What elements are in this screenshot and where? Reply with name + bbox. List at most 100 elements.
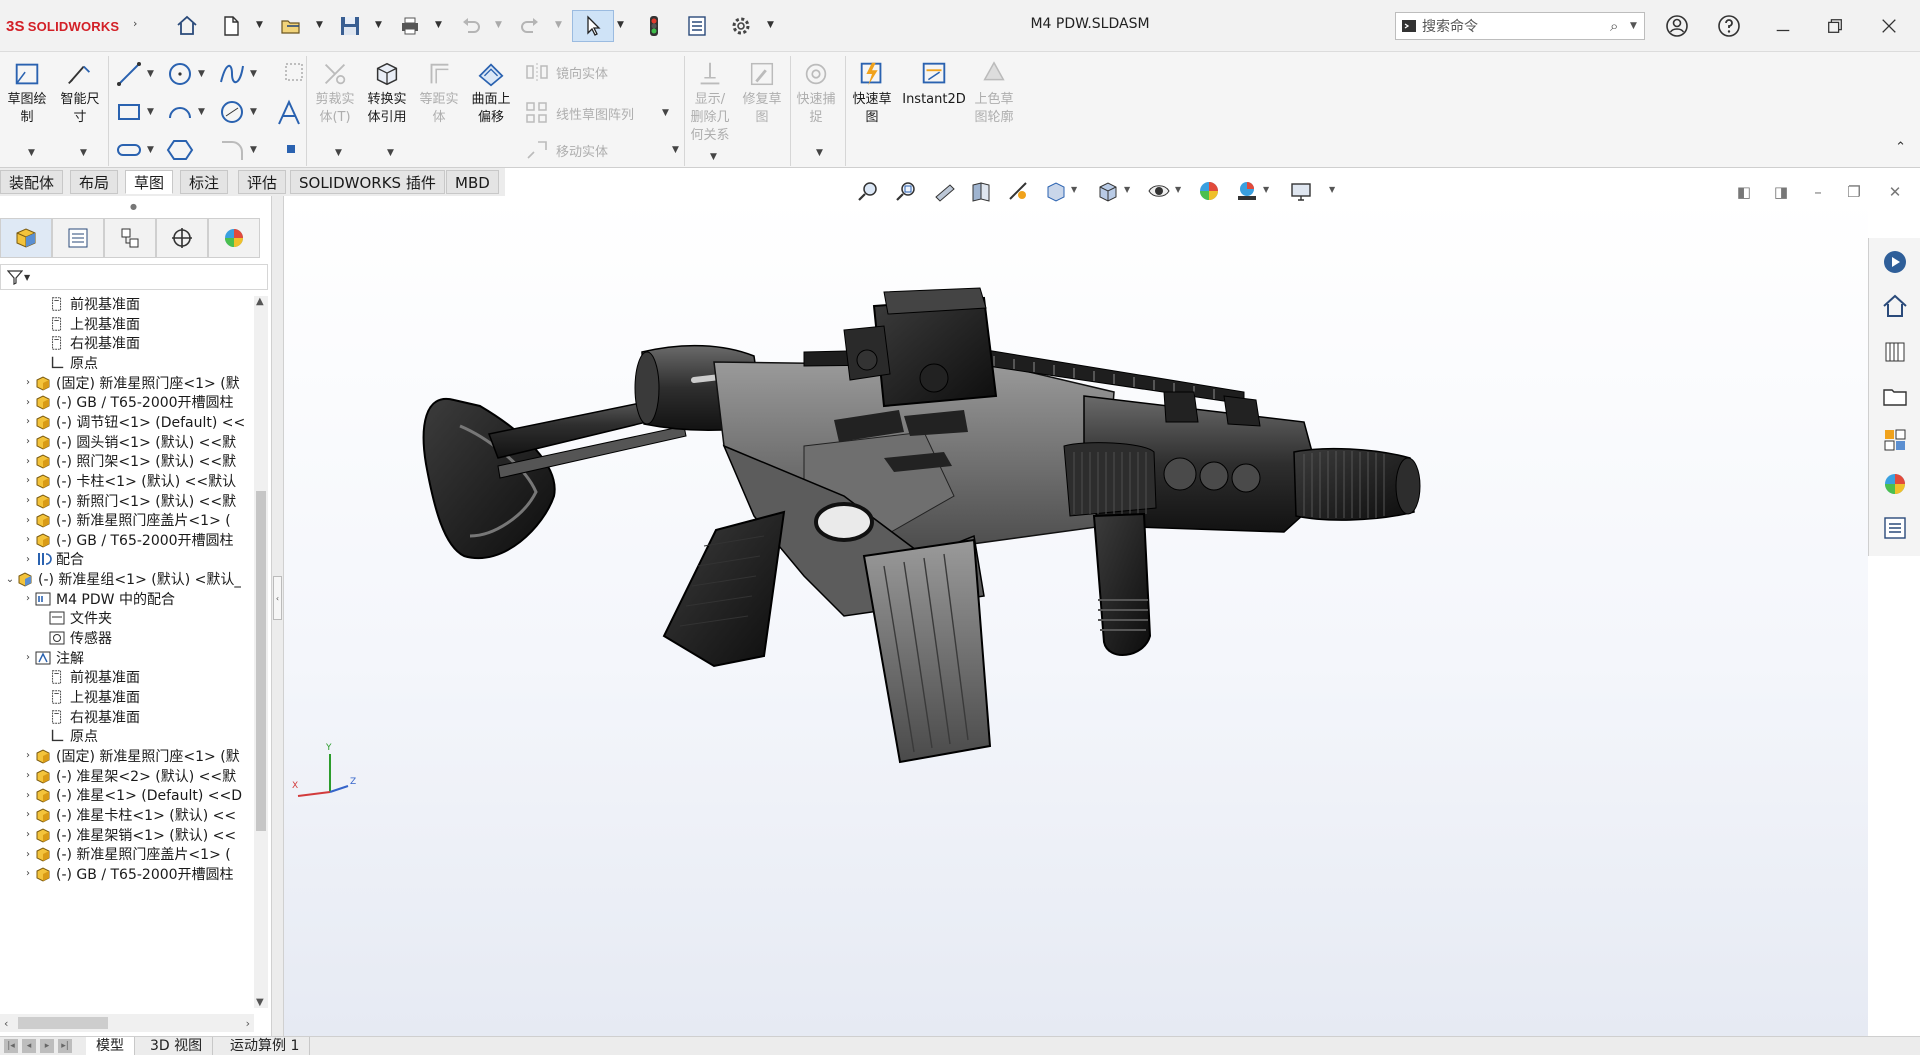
slot-tool[interactable]: ▼ (115, 136, 154, 164)
scroll-right-icon[interactable]: › (246, 1017, 250, 1030)
expand-arrow-icon[interactable]: › (22, 750, 34, 761)
filter-dropdown-icon[interactable]: ▼ (24, 273, 30, 282)
horizontal-scrollbar-thumb[interactable] (18, 1017, 108, 1029)
tab-mbd[interactable]: MBD (446, 170, 499, 194)
expand-arrow-icon[interactable]: › (22, 515, 34, 526)
expand-arrow-icon[interactable]: › (22, 377, 34, 388)
move-dropdown-icon[interactable]: ▼ (672, 145, 679, 155)
solidworks-logo[interactable]: 3S SOLIDWORKS (6, 14, 119, 38)
panel-drag-handle[interactable]: ● (130, 202, 137, 211)
offset-on-surface-button[interactable]: 曲面上 偏移 (469, 58, 513, 127)
restore-button[interactable] (1820, 12, 1850, 40)
last-tab-icon[interactable]: ▸| (58, 1039, 72, 1053)
expand-arrow-icon[interactable]: › (22, 554, 34, 565)
shaded-sketch-contours-button[interactable]: 上色草 图轮廓 (972, 58, 1016, 127)
view-settings-dropdown-icon[interactable]: ▼ (1329, 185, 1335, 194)
minimize-button[interactable] (1768, 12, 1798, 40)
viewport-close-icon[interactable]: ✕ (1884, 182, 1906, 202)
expand-arrow-icon[interactable]: › (22, 534, 34, 545)
smart-dimension-button[interactable]: 智能尺 寸 (58, 58, 102, 127)
tab-addins[interactable]: SOLIDWORKS 插件 (290, 170, 445, 194)
search-icon[interactable]: ⌕ (1610, 17, 1630, 35)
help-button[interactable] (1714, 12, 1744, 40)
zoom-to-fit-button[interactable] (853, 177, 883, 205)
quick-snaps-button[interactable]: 快速捕 捉 (794, 58, 838, 127)
tab-configuration-manager[interactable] (104, 218, 156, 258)
zoom-to-area-button[interactable] (891, 177, 921, 205)
circle-dropdown-icon[interactable]: ▼ (198, 69, 205, 79)
display-style-dropdown-icon[interactable]: ▼ (1124, 185, 1130, 194)
repair-sketch-button[interactable]: 修复草 图 (740, 58, 784, 127)
tab-motion-study[interactable]: 运动算例 1 (220, 1037, 311, 1055)
ellipse-dropdown-icon[interactable]: ▼ (250, 107, 257, 117)
open-dropdown-icon[interactable]: ▼ (316, 20, 323, 30)
fillet-dropdown-icon[interactable]: ▼ (250, 145, 257, 155)
convert-entities-button[interactable]: 转换实 体引用 (365, 58, 409, 127)
section-view-button[interactable] (966, 177, 996, 205)
line-tool[interactable]: ▼ (115, 60, 154, 88)
expand-arrow-icon[interactable]: › (22, 868, 34, 879)
save-dropdown-icon[interactable]: ▼ (375, 20, 382, 30)
hide-show-dropdown-icon[interactable]: ▼ (1175, 185, 1181, 194)
custom-properties-button[interactable] (1877, 510, 1913, 546)
tab-property-manager[interactable] (52, 218, 104, 258)
save-button[interactable] (334, 10, 366, 42)
ellipse-tool[interactable]: ▼ (218, 98, 257, 126)
point-tool[interactable] (282, 140, 300, 158)
relations-dropdown-icon[interactable]: ▼ (710, 152, 717, 162)
graphics-area[interactable]: Y X Z (284, 196, 1868, 1036)
line-dropdown-icon[interactable]: ▼ (147, 69, 154, 79)
expand-arrow-icon[interactable]: › (22, 475, 34, 486)
next-tab-icon[interactable]: ▸ (40, 1039, 54, 1053)
tab-model[interactable]: 模型 (86, 1037, 135, 1055)
view-orientation-button[interactable] (1041, 177, 1071, 205)
expand-arrow-icon[interactable]: › (22, 436, 34, 447)
linear-pattern-dropdown-icon[interactable]: ▼ (662, 108, 669, 118)
view-orientation-dropdown-icon[interactable]: ▼ (1071, 185, 1077, 194)
command-search[interactable]: 搜索命令 ⌕ ▼ (1395, 12, 1645, 40)
3d-sketch-tool[interactable] (282, 60, 306, 84)
edit-appearance-button[interactable] (1194, 177, 1224, 205)
slot-dropdown-icon[interactable]: ▼ (147, 145, 154, 155)
redo-dropdown-icon[interactable]: ▼ (555, 20, 562, 30)
collapse-arrow-icon[interactable]: ⌄ (4, 574, 16, 585)
mirror-entities-button[interactable]: 镜向实体 (524, 62, 608, 82)
offset-entities-button[interactable]: 等距实 体 (417, 58, 461, 127)
file-properties-button[interactable] (681, 10, 713, 42)
dynamic-annotation-button[interactable] (1003, 177, 1033, 205)
expand-arrow-icon[interactable]: › (22, 397, 34, 408)
tree-horizontal-scrollbar[interactable]: ‹ › (0, 1014, 254, 1032)
home-resources-button[interactable] (1877, 288, 1913, 324)
text-tool[interactable] (274, 98, 304, 128)
scroll-down-icon[interactable]: ▼ (256, 997, 264, 1008)
expand-arrow-icon[interactable]: › (22, 593, 34, 604)
apply-scene-button[interactable] (1232, 177, 1262, 205)
redo-button[interactable] (514, 10, 546, 42)
expand-arrow-icon[interactable]: › (22, 495, 34, 506)
sketch-button[interactable]: 草图绘 制 (6, 58, 48, 127)
search-input[interactable]: 搜索命令 (1422, 16, 1610, 36)
user-account-button[interactable] (1662, 12, 1692, 40)
expand-arrow-icon[interactable]: › (22, 770, 34, 781)
expand-arrow-icon[interactable]: › (22, 849, 34, 860)
smart-dimension-dropdown-icon[interactable]: ▼ (80, 148, 87, 158)
previous-tab-icon[interactable]: ◂ (22, 1039, 36, 1053)
open-button[interactable] (275, 10, 307, 42)
spline-tool[interactable]: ▼ (218, 60, 257, 88)
file-explorer-button[interactable] (1877, 378, 1913, 414)
panel-splitter[interactable]: ‹ (272, 196, 284, 1036)
tab-layout[interactable]: 布局 (70, 170, 119, 194)
undo-dropdown-icon[interactable]: ▼ (495, 20, 502, 30)
tab-sketch[interactable]: 草图 (125, 170, 174, 194)
arc-tool[interactable]: ▼ (166, 98, 205, 126)
m4-pdw-3d-model[interactable] (284, 196, 1868, 1036)
rectangle-dropdown-icon[interactable]: ▼ (147, 107, 154, 117)
previous-view-button[interactable] (929, 177, 959, 205)
view-palette-button[interactable] (1877, 422, 1913, 458)
options-button[interactable] (725, 10, 757, 42)
tree-vertical-scrollbar[interactable]: ▲ ▼ (254, 296, 268, 1008)
circle-tool[interactable]: ▼ (166, 60, 205, 88)
select-dropdown-icon[interactable]: ▼ (617, 20, 624, 30)
expand-arrow-icon[interactable]: › (22, 790, 34, 801)
rebuild-button[interactable] (638, 10, 670, 42)
